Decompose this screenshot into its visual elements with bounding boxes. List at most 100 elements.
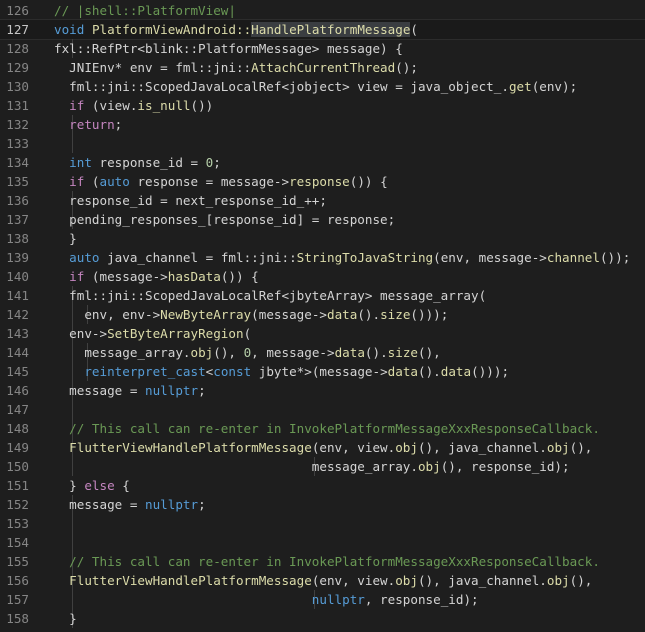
code-token: return: [54, 117, 115, 132]
code-text: // This call can re-enter in InvokePlatf…: [54, 552, 600, 571]
code-token: pending_responses_[response_id] = respon…: [54, 212, 396, 227]
code-token: reinterpret_cast: [84, 364, 206, 379]
code-line[interactable]: 135 if (auto response = message->respons…: [0, 172, 645, 191]
code-line[interactable]: 154: [0, 533, 645, 552]
code-token: // This call can re-enter in InvokePlatf…: [54, 421, 600, 436]
code-line[interactable]: 146 message = nullptr;: [0, 381, 645, 400]
line-number: 151: [6, 478, 29, 493]
code-token: obj: [417, 459, 441, 474]
code-text: } else {: [54, 476, 130, 495]
code-text: }: [54, 628, 62, 632]
code-token: obj: [395, 440, 418, 455]
code-line[interactable]: 134 int response_id = 0;: [0, 153, 645, 172]
code-line[interactable]: 144 message_array.obj(), 0, message->dat…: [0, 343, 645, 362]
code-token: fml::jni::ScopedJavaLocalRef<jbyteArray>…: [54, 288, 487, 303]
line-number: 131: [6, 98, 29, 113]
code-line[interactable]: 128 fxl::RefPtr<blink::PlatformMessage> m…: [0, 39, 645, 58]
code-token: (), java_channel.: [417, 573, 547, 588]
code-line[interactable]: 159}: [0, 628, 645, 632]
code-line[interactable]: 137 pending_responses_[response_id] = re…: [0, 210, 645, 229]
code-line[interactable]: 133: [0, 134, 645, 153]
line-number: 128: [6, 41, 29, 56]
code-token: JNIEnv* env = fml::jni::: [54, 60, 252, 75]
code-token: is_null: [137, 98, 191, 113]
code-token: nullptr: [145, 383, 199, 398]
code-line[interactable]: 136 response_id = next_response_id_++;: [0, 191, 645, 210]
code-line[interactable]: 158 }: [0, 609, 645, 628]
line-number: 143: [6, 326, 29, 341]
line-number: 155: [6, 554, 29, 569]
code-token: ;: [114, 117, 123, 132]
code-token: java_channel = fml::jni::: [99, 250, 297, 265]
code-line[interactable]: 138 }: [0, 229, 645, 248]
code-text: fml::jni::ScopedJavaLocalRef<jbyteArray>…: [54, 286, 486, 305]
code-line[interactable]: 127 void PlatformViewAndroid::HandlePlatf…: [0, 19, 645, 40]
code-token: StringToJavaString: [296, 250, 434, 265]
code-token: const: [213, 364, 252, 379]
code-text: if (view.is_null()): [54, 96, 213, 115]
code-token: PlatformViewAndroid::: [91, 22, 252, 37]
code-line[interactable]: 145 reinterpret_cast<const jbyte*>(messa…: [0, 362, 645, 381]
line-number: 141: [6, 288, 29, 303]
code-line[interactable]: 129 JNIEnv* env = fml::jni::AttachCurren…: [0, 58, 645, 77]
line-number: 147: [6, 402, 29, 417]
code-token: ()) {: [220, 269, 259, 284]
code-token: ()) {: [349, 174, 388, 189]
code-token: response_id = next_response_id_++;: [54, 193, 327, 208]
code-line[interactable]: 152 message = nullptr;: [0, 495, 645, 514]
code-line[interactable]: 143 env->SetByteArrayRegion(: [0, 324, 645, 343]
line-number: 135: [6, 174, 29, 189]
code-token: obj: [546, 440, 570, 455]
code-editor[interactable]: 126 // |shell::PlatformView| 127 void Platf…: [0, 0, 645, 632]
code-line[interactable]: 157 nullptr, response_id);: [0, 590, 645, 609]
code-token: data: [440, 364, 472, 379]
code-token: auto: [69, 250, 100, 265]
code-token: (env, view.: [311, 440, 396, 455]
code-text: // This call can re-enter in InvokePlatf…: [54, 419, 600, 438]
code-line[interactable]: 156 FlutterViewHandlePlatformMessage(env…: [0, 571, 645, 590]
code-line[interactable]: 147: [0, 400, 645, 419]
code-token: ()));: [410, 307, 449, 322]
code-line[interactable]: 139 auto java_channel = fml::jni::String…: [0, 248, 645, 267]
code-line[interactable]: 153: [0, 514, 645, 533]
code-token: (),: [213, 345, 244, 360]
code-line[interactable]: 142 env, env->NewByteArray(message->data…: [0, 305, 645, 324]
code-line[interactable]: 149 FlutterViewHandlePlatformMessage(env…: [0, 438, 645, 457]
code-text: nullptr, response_id);: [54, 590, 479, 609]
line-number: 137: [6, 212, 29, 227]
code-line[interactable]: 131 if (view.is_null()): [0, 96, 645, 115]
code-token: (env, message->: [433, 250, 547, 265]
line-number: 144: [6, 345, 29, 360]
code-token: ;: [213, 155, 221, 170]
code-token: get: [508, 79, 532, 94]
code-token: ;: [198, 383, 206, 398]
code-text: message_array.obj(), 0, message->data().…: [54, 343, 440, 362]
code-token: ()): [190, 98, 214, 113]
code-line[interactable]: 155 // This call can re-enter in InvokeP…: [0, 552, 645, 571]
line-number: 156: [6, 573, 29, 588]
code-line[interactable]: 130 fml::jni::ScopedJavaLocalRef<jobject…: [0, 77, 645, 96]
code-token: jbyte*>(message->: [251, 364, 388, 379]
code-text: }: [54, 609, 77, 628]
code-line[interactable]: 150 message_array.obj(), response_id);: [0, 457, 645, 476]
code-text: int response_id = 0;: [54, 153, 221, 172]
code-token: FlutterViewHandlePlatformMessage: [69, 440, 312, 455]
line-number: 134: [6, 155, 29, 170]
code-line[interactable]: 126 // |shell::PlatformView|: [0, 1, 645, 20]
code-line[interactable]: 151 } else {: [0, 476, 645, 495]
code-line[interactable]: 148 // This call can re-enter in InvokeP…: [0, 419, 645, 438]
code-line[interactable]: 140 if (message->hasData()) {: [0, 267, 645, 286]
code-text: message = nullptr;: [54, 495, 206, 514]
code-line[interactable]: 132 return;: [0, 115, 645, 134]
code-text: FlutterViewHandlePlatformMessage(env, vi…: [54, 438, 592, 457]
line-number: 158: [6, 611, 29, 626]
code-line[interactable]: 141 fml::jni::ScopedJavaLocalRef<jbyteAr…: [0, 286, 645, 305]
